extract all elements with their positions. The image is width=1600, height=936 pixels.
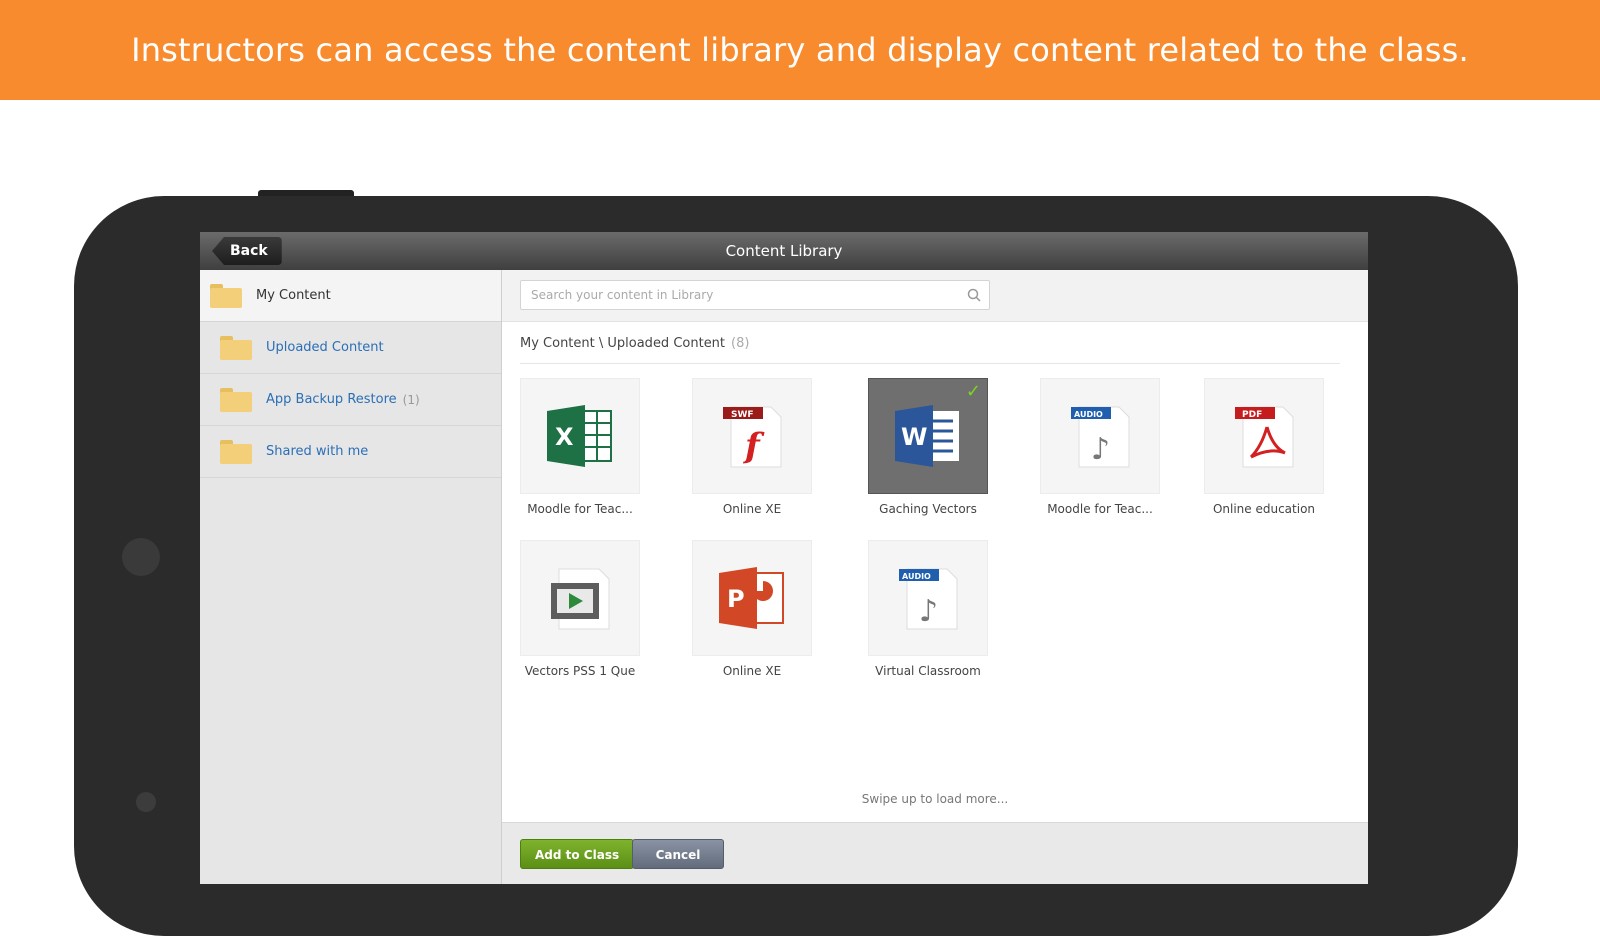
- back-button[interactable]: Back: [212, 237, 282, 265]
- title-bar: Content Library Back: [200, 232, 1368, 270]
- svg-text:X: X: [555, 423, 574, 451]
- file-name: Gaching Vectors: [879, 502, 977, 516]
- sidebar-item-label: Uploaded Content: [266, 340, 384, 355]
- file-name: Virtual Classroom: [875, 664, 981, 678]
- breadcrumb: My Content \ Uploaded Content (8): [520, 336, 1340, 364]
- swf-icon: SWF f: [723, 406, 782, 468]
- file-thumbnail[interactable]: SWF f: [692, 378, 812, 494]
- page-title: Content Library: [725, 242, 843, 260]
- sidebar-item-label: Shared with me: [266, 444, 369, 459]
- file-tile[interactable]: W ✓ Gaching Vectors: [868, 378, 988, 516]
- folder-icon: [210, 283, 242, 308]
- folder-icon: [220, 387, 252, 412]
- sensor-icon: [136, 792, 156, 812]
- promo-banner: Instructors can access the content libra…: [0, 0, 1600, 100]
- sidebar-item-label: App Backup Restore: [266, 392, 397, 407]
- sidebar-item-shared-with-me[interactable]: Shared with me: [200, 426, 501, 478]
- app-screen: Content Library Back My Content Uploaded…: [200, 232, 1368, 884]
- breadcrumb-path: My Content \ Uploaded Content: [520, 336, 726, 351]
- add-to-class-button[interactable]: Add to Class: [520, 839, 635, 869]
- file-tile[interactable]: Vectors PSS 1 Que: [520, 540, 640, 678]
- file-tile[interactable]: PDF Online education: [1204, 378, 1324, 516]
- file-name: Online XE: [722, 502, 782, 516]
- word-icon: W: [895, 405, 959, 467]
- svg-text:P: P: [727, 585, 745, 613]
- sidebar-item-uploaded-content[interactable]: Uploaded Content: [200, 322, 501, 374]
- file-tile[interactable]: AUDIO ♪ Moodle for Teac...: [1040, 378, 1160, 516]
- file-name: Online XE: [722, 664, 782, 678]
- svg-text:AUDIO: AUDIO: [1074, 410, 1103, 419]
- file-tile[interactable]: AUDIO ♪ Virtual Classroom: [868, 540, 988, 678]
- pdf-icon: PDF: [1235, 406, 1294, 468]
- sidebar: My Content Uploaded Content App Backup R…: [200, 270, 502, 884]
- search-bar: [502, 270, 1368, 322]
- load-more-hint: Swipe up to load more...: [861, 792, 1009, 806]
- video-icon: [551, 568, 610, 630]
- svg-text:♪: ♪: [919, 594, 938, 629]
- svg-text:♪: ♪: [1091, 432, 1110, 467]
- search-icon[interactable]: [967, 288, 981, 302]
- file-name: Moodle for Teac...: [527, 502, 633, 516]
- file-tile[interactable]: X Moodle for Teac...: [520, 378, 640, 516]
- breadcrumb-count: (8): [731, 336, 750, 351]
- file-tile[interactable]: SWF f Online XE: [692, 378, 812, 516]
- file-thumbnail[interactable]: W ✓: [868, 378, 988, 494]
- audio-icon: AUDIO ♪: [1071, 406, 1130, 468]
- cancel-button[interactable]: Cancel: [632, 839, 724, 869]
- file-tile[interactable]: P Online XE: [692, 540, 812, 678]
- file-name: Vectors PSS 1 Que: [524, 664, 636, 678]
- sidebar-item-count: (1): [402, 392, 420, 407]
- svg-text:AUDIO: AUDIO: [902, 572, 931, 581]
- content-panel: My Content \ Uploaded Content (8) X Moodl…: [502, 270, 1368, 884]
- folder-icon: [220, 439, 252, 464]
- sidebar-item-label: My Content: [256, 288, 331, 303]
- folder-icon: [220, 335, 252, 360]
- file-thumbnail[interactable]: PDF: [1204, 378, 1324, 494]
- banner-text: Instructors can access the content libra…: [131, 31, 1469, 69]
- camera-icon: [122, 538, 160, 576]
- file-thumbnail[interactable]: [520, 540, 640, 656]
- svg-text:SWF: SWF: [731, 410, 754, 420]
- svg-text:PDF: PDF: [1242, 410, 1262, 420]
- action-footer: Add to Class Cancel: [502, 822, 1368, 884]
- file-name: Moodle for Teac...: [1047, 502, 1153, 516]
- file-thumbnail[interactable]: X: [520, 378, 640, 494]
- search-box: [520, 280, 990, 310]
- file-thumbnail[interactable]: AUDIO ♪: [868, 540, 988, 656]
- sidebar-item-my-content[interactable]: My Content: [200, 270, 501, 322]
- file-name: Online education: [1212, 502, 1316, 516]
- file-thumbnail[interactable]: AUDIO ♪: [1040, 378, 1160, 494]
- audio-icon: AUDIO ♪: [899, 568, 958, 630]
- selected-check-icon: ✓: [965, 381, 981, 402]
- search-input[interactable]: [521, 281, 951, 309]
- excel-icon: X: [547, 405, 612, 467]
- file-thumbnail[interactable]: P: [692, 540, 812, 656]
- sidebar-item-app-backup-restore[interactable]: App Backup Restore (1): [200, 374, 501, 426]
- svg-text:W: W: [901, 423, 927, 451]
- powerpoint-icon: P: [719, 567, 784, 629]
